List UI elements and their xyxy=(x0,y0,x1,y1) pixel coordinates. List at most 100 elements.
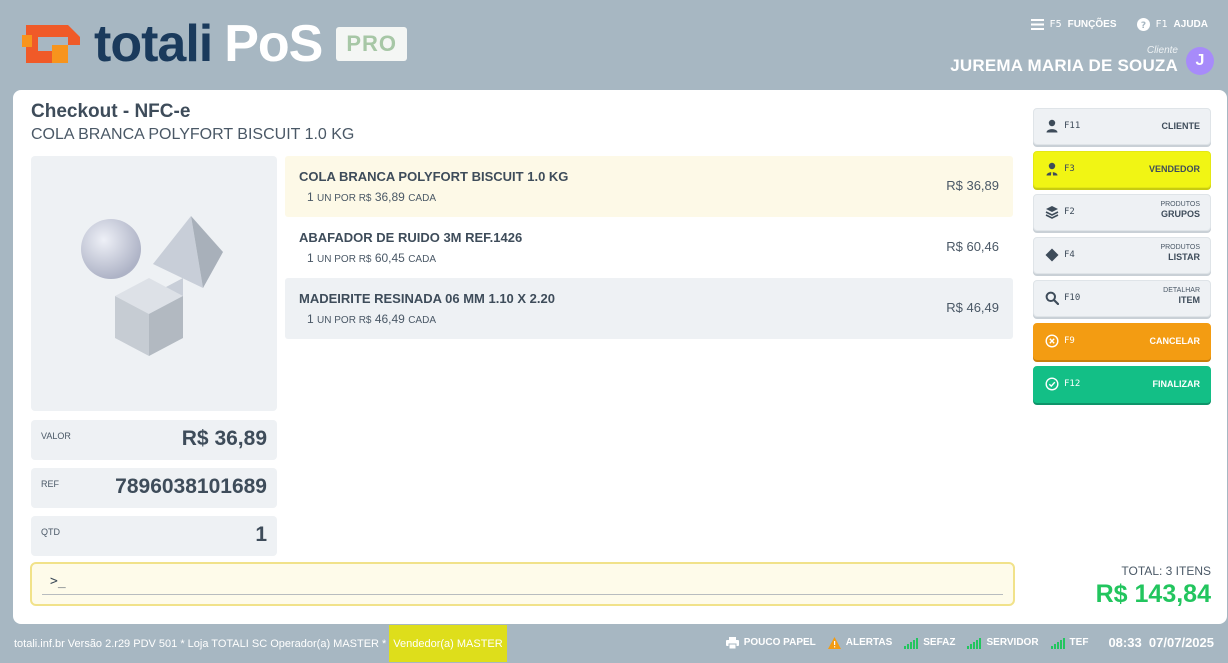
vendor-badge: Vendedor(a) MASTER xyxy=(389,625,507,662)
status-bar: totali.inf.br Versão 2.r29 PDV 501 * Loj… xyxy=(0,625,1228,663)
terminal-prompt-icon: >_ xyxy=(50,574,66,589)
product-list-key: F4 xyxy=(1064,250,1075,260)
qty-label: QTD xyxy=(41,527,60,537)
item-each-text: CADA xyxy=(408,254,436,265)
items-list: COLA BRANCA POLYFORT BISCUIT 1.0 KG 1 UN… xyxy=(285,156,1013,339)
client-label: Cliente xyxy=(1146,45,1178,56)
cancel-button-label: CANCELAR xyxy=(1149,336,1201,346)
qty-box: QTD 1 xyxy=(31,516,277,556)
product-image-placeholder xyxy=(31,156,277,411)
item-unit-price: 36,89 xyxy=(374,190,405,204)
product-groups-line1: PRODUTOS xyxy=(1160,201,1200,208)
page-title: Checkout - NFC-e xyxy=(31,101,191,122)
item-detail: 1 UN POR R$ 60,45 CADA xyxy=(307,251,999,265)
layers-icon xyxy=(1045,206,1059,219)
brand-product: PoS xyxy=(224,15,323,73)
user-icon xyxy=(1046,119,1058,133)
client-button-label: CLIENTE xyxy=(1161,121,1200,131)
client-button[interactable]: F11 CLIENTE xyxy=(1033,108,1211,145)
client-name: JUREMA MARIA DE SOUZA xyxy=(950,56,1178,75)
item-detail-label: DETALHAR ITEM xyxy=(1163,287,1200,305)
product-list-label: PRODUTOS LISTAR xyxy=(1160,244,1200,262)
product-groups-line2: GRUPOS xyxy=(1160,209,1200,219)
item-detail: 1 UN POR R$ 36,89 CADA xyxy=(307,190,999,204)
product-groups-button[interactable]: F2 PRODUTOS GRUPOS xyxy=(1033,194,1211,231)
functions-label: FUNÇÕES xyxy=(1067,19,1117,30)
cancel-circle-icon xyxy=(1045,334,1059,348)
command-underline xyxy=(42,594,1003,595)
totali-logo-icon xyxy=(22,25,80,63)
item-price: R$ 36,89 xyxy=(946,178,999,193)
avatar[interactable]: J xyxy=(1186,46,1214,75)
server-label: SERVIDOR xyxy=(986,637,1039,648)
cancel-button[interactable]: F9 CANCELAR xyxy=(1033,323,1211,360)
item-unit-text: UN POR R$ xyxy=(317,254,372,265)
tef-label: TEF xyxy=(1069,637,1089,648)
item-detail: 1 UN POR R$ 46,49 CADA xyxy=(307,312,999,326)
svg-text:?: ? xyxy=(1140,21,1145,31)
printer-icon xyxy=(725,636,739,649)
signal-bars-icon xyxy=(1050,637,1065,649)
total-summary: TOTAL: 3 ITENS R$ 143,84 xyxy=(1096,564,1211,609)
diamond-icon xyxy=(1045,248,1059,262)
finalize-key: F12 xyxy=(1064,379,1081,389)
paper-status: POUCO PAPEL xyxy=(725,636,816,649)
signal-bars-icon xyxy=(904,637,919,649)
help-icon: ? xyxy=(1136,18,1150,31)
paper-status-label: POUCO PAPEL xyxy=(743,637,816,648)
user-tie-icon xyxy=(1046,162,1058,176)
list-item[interactable]: ABAFADOR DE RUIDO 3M REF.1426 1 UN POR R… xyxy=(285,217,1013,278)
shapes-placeholder-icon xyxy=(81,216,223,356)
brand-logo: totali PoS PRO xyxy=(16,15,408,73)
help-button[interactable]: ? F1 AJUDA xyxy=(1136,18,1208,31)
command-input[interactable] xyxy=(70,572,990,592)
list-item[interactable]: COLA BRANCA POLYFORT BISCUIT 1.0 KG 1 UN… xyxy=(285,156,1013,217)
item-unit-text: UN POR R$ xyxy=(317,315,372,326)
ref-label: REF xyxy=(41,479,59,489)
seller-button[interactable]: F3 VENDEDOR xyxy=(1033,151,1211,188)
client-text: Cliente JUREMA MARIA DE SOUZA xyxy=(950,45,1178,76)
alerts-status[interactable]: ALERTAS xyxy=(827,636,893,649)
client-info[interactable]: Cliente JUREMA MARIA DE SOUZA J xyxy=(950,45,1214,76)
item-detail-button[interactable]: F10 DETALHAR ITEM xyxy=(1033,280,1211,317)
item-qty: 1 xyxy=(307,190,314,204)
edition-badge: PRO xyxy=(336,27,408,61)
item-name: COLA BRANCA POLYFORT BISCUIT 1.0 KG xyxy=(299,169,569,184)
help-key: F1 xyxy=(1155,19,1168,30)
sefaz-status: SEFAZ xyxy=(904,637,955,649)
total-label: TOTAL: 3 ITENS xyxy=(1121,564,1211,578)
item-detail-line1: DETALHAR xyxy=(1163,287,1200,294)
checkout-panel: Checkout - NFC-e COLA BRANCA POLYFORT BI… xyxy=(13,90,1227,624)
finalize-button[interactable]: F12 FINALIZAR xyxy=(1033,366,1211,403)
item-each-text: CADA xyxy=(408,315,436,326)
seller-key: F3 xyxy=(1064,164,1075,174)
item-name: ABAFADOR DE RUIDO 3M REF.1426 xyxy=(299,230,523,245)
item-price: R$ 46,49 xyxy=(946,300,999,315)
product-list-button[interactable]: F4 PRODUTOS LISTAR xyxy=(1033,237,1211,274)
item-name: MADEIRITE RESINADA 06 MM 1.10 X 2.20 xyxy=(299,291,555,306)
side-actions: F11 CLIENTE F3 VENDEDOR F2 PRODUTOS GRUP… xyxy=(1033,108,1211,409)
product-list-line1: PRODUTOS xyxy=(1160,244,1200,251)
current-product-name: COLA BRANCA POLYFORT BISCUIT 1.0 KG xyxy=(31,126,355,143)
status-indicators: POUCO PAPEL ALERTAS SEFAZ SERVIDOR TEF 0… xyxy=(725,635,1214,650)
brand-name: totali xyxy=(94,15,213,73)
functions-key: F5 xyxy=(1049,19,1062,30)
value-box: VALOR R$ 36,89 xyxy=(31,420,277,460)
command-box: >_ xyxy=(30,562,1015,606)
qty-value: 1 xyxy=(255,523,267,546)
item-qty: 1 xyxy=(307,312,314,326)
item-each-text: CADA xyxy=(408,193,436,204)
top-actions: F5 FUNÇÕES ? F1 AJUDA xyxy=(1030,18,1208,31)
functions-button[interactable]: F5 FUNÇÕES xyxy=(1030,19,1117,30)
total-value: R$ 143,84 xyxy=(1095,580,1211,608)
product-list-line2: LISTAR xyxy=(1168,252,1200,262)
cancel-key: F9 xyxy=(1064,336,1075,346)
product-groups-label: PRODUTOS GRUPOS xyxy=(1160,201,1200,219)
check-circle-icon xyxy=(1045,377,1059,391)
item-detail-line2: ITEM xyxy=(1178,295,1201,305)
alerts-label: ALERTAS xyxy=(845,637,893,648)
ref-value: 7896038101689 xyxy=(115,475,267,498)
header: totali PoS PRO F5 FUNÇÕES ? F1 AJUDA Cli… xyxy=(0,0,1228,90)
list-item[interactable]: MADEIRITE RESINADA 06 MM 1.10 X 2.20 1 U… xyxy=(285,278,1013,339)
signal-bars-icon xyxy=(967,637,982,649)
